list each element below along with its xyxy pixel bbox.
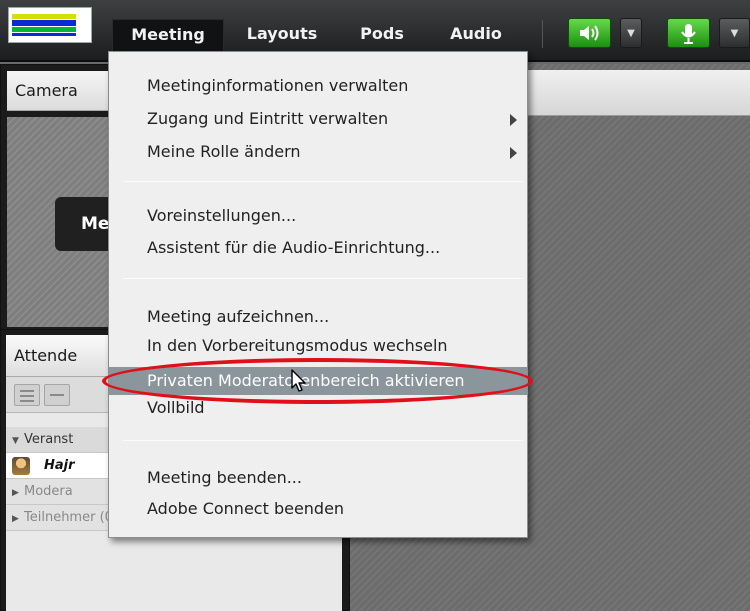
menu-item-exit-connect[interactable]: Adobe Connect beenden	[109, 495, 527, 523]
menu-separator	[123, 278, 523, 279]
menu-separator	[123, 440, 523, 441]
speaker-button[interactable]	[568, 18, 611, 48]
menu-item-fullscreen[interactable]: Vollbild	[109, 394, 527, 422]
menu-item-audio-wizard[interactable]: Assistent für die Audio-Einrichtung...	[109, 234, 527, 262]
microphone-icon	[681, 24, 696, 44]
menu-item-private-host-area[interactable]: Privaten Moderatorenbereich aktivieren	[109, 367, 527, 395]
submenu-arrow-icon	[510, 147, 517, 159]
collapsed-triangle-icon: ▶	[12, 488, 19, 498]
menu-layouts[interactable]: Layouts	[232, 19, 332, 49]
menu-separator	[123, 181, 523, 182]
speaker-dropdown-button[interactable]: ▼	[620, 18, 642, 48]
app-logo	[8, 7, 92, 43]
meeting-dropdown-menu: Meetinginformationen verwalten Zugang un…	[108, 51, 528, 538]
menubar-divider	[542, 20, 543, 48]
menu-audio[interactable]: Audio	[436, 19, 516, 49]
menu-item-record-meeting[interactable]: Meeting aufzeichnen...	[109, 303, 527, 331]
microphone-button[interactable]	[667, 18, 710, 48]
user-avatar-icon	[12, 456, 30, 475]
menu-item-prepare-mode[interactable]: In den Vorbereitungsmodus wechseln	[109, 332, 527, 360]
menu-item-change-role[interactable]: Meine Rolle ändern	[109, 138, 527, 166]
chevron-down-icon: ▼	[730, 28, 739, 39]
speaker-icon	[580, 25, 599, 41]
menu-meeting[interactable]: Meeting	[112, 19, 224, 51]
expand-triangle-icon: ▼	[12, 436, 19, 446]
grid-view-icon[interactable]	[44, 384, 70, 406]
menu-item-preferences[interactable]: Voreinstellungen...	[109, 202, 527, 230]
submenu-arrow-icon	[510, 114, 517, 126]
chevron-down-icon: ▼	[627, 28, 635, 39]
menu-item-access-entry[interactable]: Zugang und Eintritt verwalten	[109, 105, 527, 133]
microphone-dropdown-button[interactable]: ▼	[719, 18, 750, 48]
menu-pods[interactable]: Pods	[346, 19, 418, 49]
menu-item-meeting-info[interactable]: Meetinginformationen verwalten	[109, 72, 527, 100]
right-pod-titlebar	[527, 70, 750, 116]
collapsed-triangle-icon: ▶	[12, 514, 19, 524]
list-view-icon[interactable]	[14, 384, 40, 406]
menu-item-end-meeting[interactable]: Meeting beenden...	[109, 464, 527, 492]
